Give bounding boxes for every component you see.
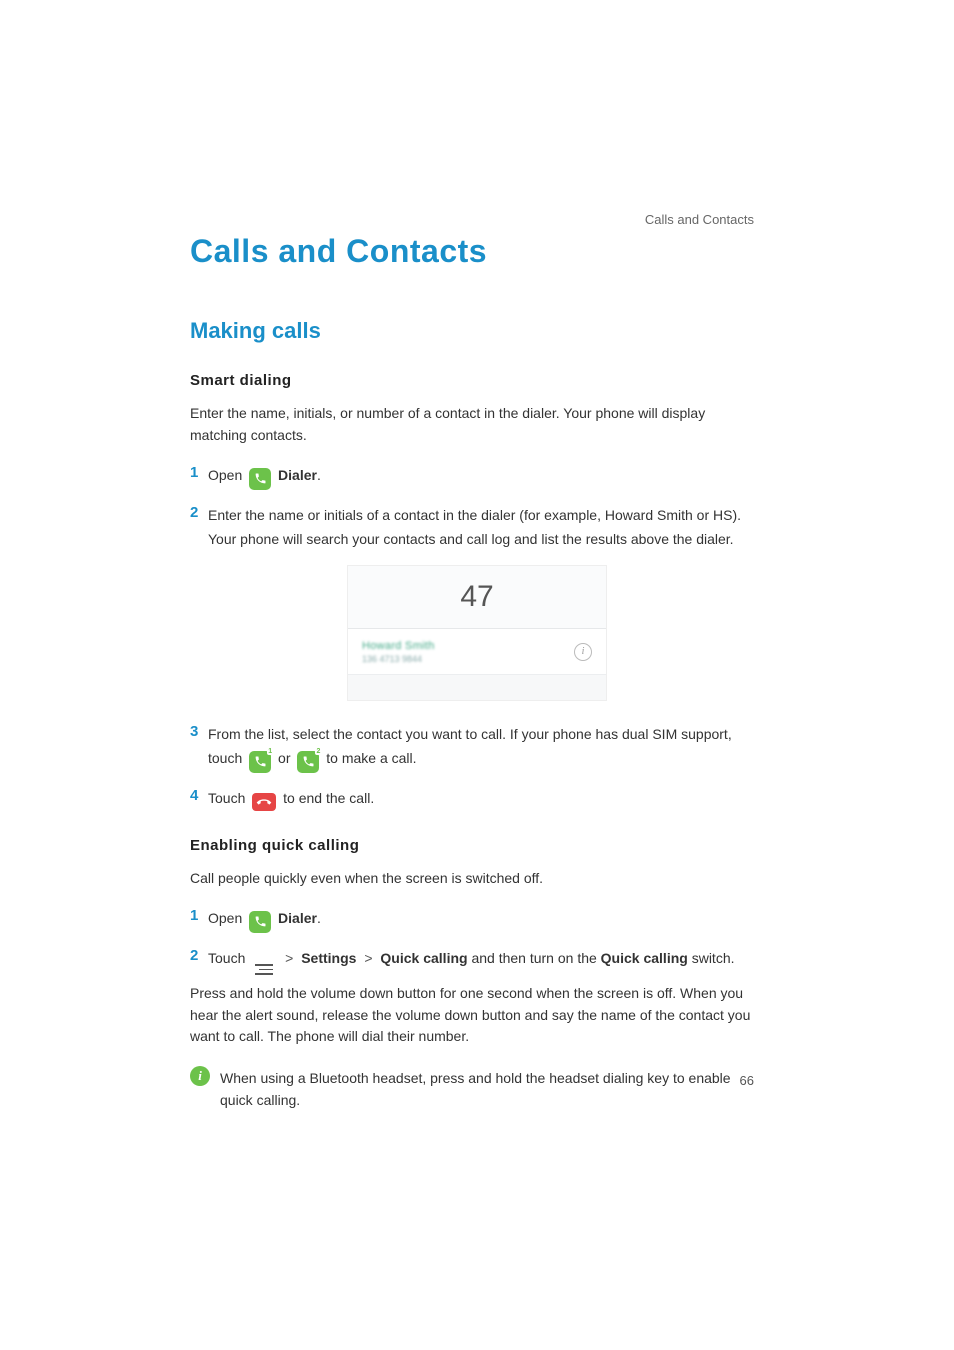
dialer-screenshot: 47 Howard Smith 136 4713 9844 i: [347, 565, 607, 701]
typed-number: 47: [460, 580, 493, 614]
quick-calling-switch-label: Quick calling: [601, 950, 688, 966]
sim1-call-icon: 1: [246, 747, 274, 773]
step-body: Touch > Settings > Quick calling and the…: [208, 947, 764, 975]
page-number: 66: [740, 1073, 754, 1088]
subheading-smart-dialing: Smart dialing: [190, 372, 764, 389]
step-body: Enter the name or initials of a contact …: [208, 504, 764, 552]
text: Open: [208, 910, 246, 926]
menu-icon: [253, 964, 273, 975]
step-number: 1: [190, 464, 208, 481]
page-title: Calls and Contacts: [190, 233, 764, 270]
text: and then turn on the: [471, 950, 600, 966]
step-4: 4 Touch to end the call.: [190, 787, 764, 811]
dialer-app-icon: [249, 911, 271, 933]
quick-calling-label: Quick calling: [380, 950, 467, 966]
step-3: 3 From the list, select the contact you …: [190, 723, 764, 772]
sim-2-badge: 2: [315, 748, 321, 755]
text: to end the call.: [283, 790, 374, 806]
gt: >: [364, 950, 372, 966]
section-making-calls: Making calls: [190, 318, 764, 344]
info-icon: i: [574, 643, 592, 661]
step-number: 2: [190, 504, 208, 521]
text: .: [317, 910, 321, 926]
typed-number-area: 47: [348, 566, 606, 628]
qc-step-2: 2 Touch > Settings > Quick calling and t…: [190, 947, 764, 975]
screenshot-bottom: [348, 674, 606, 700]
sim-1-badge: 1: [267, 748, 273, 755]
step-number: 4: [190, 787, 208, 804]
text: or: [278, 750, 294, 766]
text: to make a call.: [326, 750, 416, 766]
gt: >: [285, 950, 293, 966]
settings-label: Settings: [301, 950, 356, 966]
contact-suggestion-row: Howard Smith 136 4713 9844 i: [348, 628, 606, 674]
note: i When using a Bluetooth headset, press …: [190, 1064, 764, 1111]
contact-text: Howard Smith 136 4713 9844: [362, 640, 435, 664]
text: switch.: [692, 950, 735, 966]
step-number: 1: [190, 907, 208, 924]
text: Open: [208, 467, 246, 483]
qc-step-1: 1 Open Dialer.: [190, 907, 764, 933]
step-body: Open Dialer.: [208, 907, 764, 933]
step-number: 2: [190, 947, 208, 964]
step-number: 3: [190, 723, 208, 740]
sim2-call-icon: 2: [294, 747, 322, 773]
step-body: From the list, select the contact you wa…: [208, 723, 764, 772]
step-body: Touch to end the call.: [208, 787, 764, 811]
document-page: Calls and Contacts Calls and Contacts Ma…: [0, 0, 954, 1350]
contact-number: 136 4713 9844: [362, 654, 435, 664]
dialer-label: Dialer: [278, 910, 317, 926]
smart-dialing-intro: Enter the name, initials, or number of a…: [190, 403, 764, 446]
step-body: Open Dialer.: [208, 464, 764, 490]
text: Touch: [208, 950, 249, 966]
dialer-label: Dialer: [278, 467, 317, 483]
dialer-app-icon: [249, 468, 271, 490]
quick-calling-intro: Call people quickly even when the screen…: [190, 868, 764, 890]
info-icon: i: [190, 1066, 210, 1086]
step-1: 1 Open Dialer.: [190, 464, 764, 490]
note-text: When using a Bluetooth headset, press an…: [220, 1064, 764, 1111]
subheading-quick-calling: Enabling quick calling: [190, 837, 764, 854]
text: .: [317, 467, 321, 483]
end-call-icon: [252, 793, 276, 811]
step-2: 2 Enter the name or initials of a contac…: [190, 504, 764, 552]
header-breadcrumb: Calls and Contacts: [645, 212, 754, 227]
contact-name: Howard Smith: [362, 640, 435, 652]
quick-calling-para: Press and hold the volume down button fo…: [190, 983, 764, 1048]
text: Touch: [208, 790, 249, 806]
